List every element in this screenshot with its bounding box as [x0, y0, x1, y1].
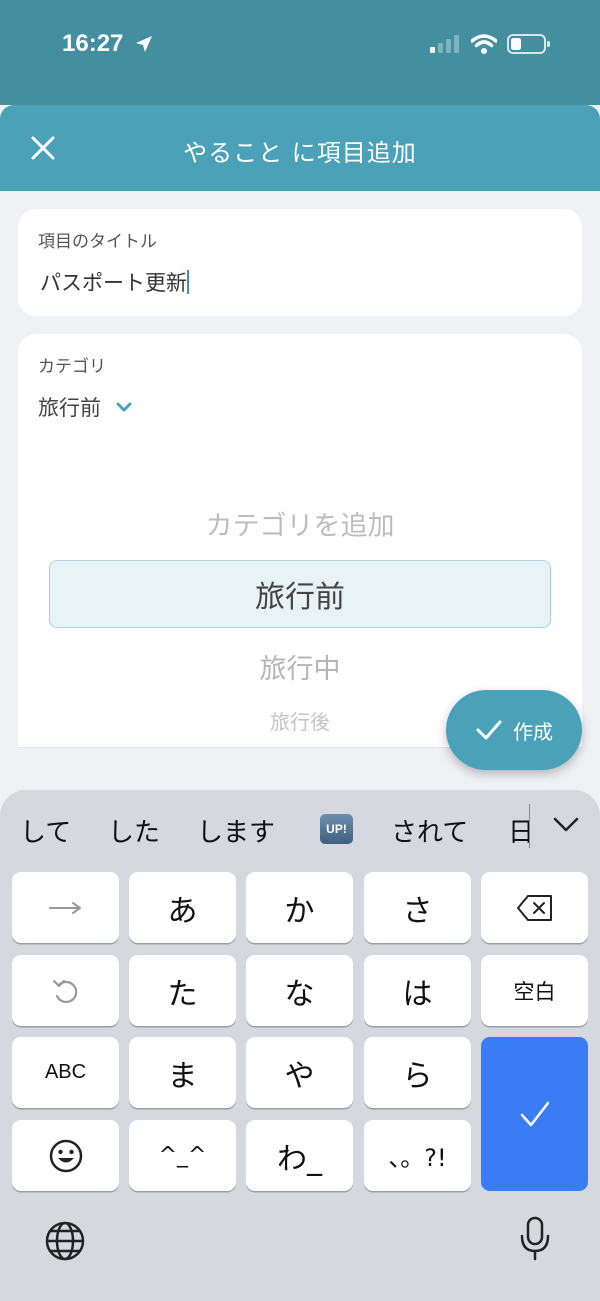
title-input[interactable]: パスポート更新 [40, 267, 189, 297]
chevron-down-icon [116, 402, 132, 412]
abc-key[interactable]: ABC [12, 1037, 119, 1108]
key-na[interactable]: な [246, 955, 353, 1026]
key-ya[interactable]: や [246, 1037, 353, 1108]
suggestion-separator [529, 804, 530, 848]
suggestion-item[interactable]: 日 [508, 812, 534, 849]
key-ra[interactable]: ら [364, 1037, 471, 1108]
category-dropdown[interactable]: 旅行前 [38, 392, 133, 422]
confirm-key[interactable] [481, 1037, 588, 1191]
key-wa[interactable]: わ_ [246, 1120, 353, 1191]
up-emoji-badge[interactable]: UP! [320, 814, 353, 844]
status-time: 16:27 [62, 30, 124, 57]
key-a[interactable]: あ [129, 872, 236, 943]
punctuation-key[interactable]: 、。?! [364, 1120, 471, 1191]
battery-icon [507, 34, 550, 54]
arrow-right-icon [48, 901, 81, 914]
microphone-icon[interactable] [518, 1216, 552, 1262]
backspace-icon [516, 894, 552, 921]
key-sa[interactable]: さ [364, 872, 471, 943]
title-field-card[interactable]: 項目のタイトル パスポート更新 [18, 209, 582, 316]
next-candidate-key[interactable] [12, 872, 119, 943]
text-caret [187, 270, 189, 294]
checkmark-icon [476, 720, 502, 740]
globe-icon[interactable] [44, 1220, 86, 1262]
undo-icon [52, 979, 77, 1003]
page-title: やること に項目追加 [183, 139, 417, 167]
picker-selected-label: 旅行前 [255, 580, 345, 615]
kaomoji-key[interactable]: ^_^ [129, 1120, 236, 1191]
picker-option-during-trip[interactable]: 旅行中 [18, 647, 582, 686]
category-card: カテゴリ 旅行前 カテゴリを追加 旅行前 旅行中 旅行後 [18, 334, 582, 748]
key-ma[interactable]: ま [129, 1037, 236, 1108]
location-arrow-icon [136, 36, 152, 52]
key-ka[interactable]: か [246, 872, 353, 943]
status-bar: 16:27 [0, 0, 600, 105]
emoji-key[interactable] [12, 1120, 119, 1191]
suggestion-item[interactable]: します [197, 812, 275, 849]
category-selected-value: 旅行前 [38, 396, 101, 420]
key-ha[interactable]: は [364, 955, 471, 1026]
title-field-label: 項目のタイトル [38, 232, 157, 252]
keyboard: して した します UP! されて 日 あ か さ た な は 空白 ABC ま… [0, 790, 600, 1301]
suggestion-bar: して した します UP! されて 日 [0, 790, 600, 868]
picker-option-add-category[interactable]: カテゴリを追加 [18, 504, 582, 543]
undo-key[interactable] [12, 955, 119, 1026]
title-input-value: パスポート更新 [40, 271, 187, 295]
wifi-icon [471, 34, 497, 54]
space-key[interactable]: 空白 [481, 955, 588, 1026]
checkmark-icon [520, 1101, 549, 1127]
emoji-smiley-icon [49, 1139, 82, 1172]
create-button[interactable]: 作成 [446, 690, 582, 770]
modal-header: やること に項目追加 [0, 105, 600, 191]
delete-key[interactable] [481, 872, 588, 943]
picker-option-selected[interactable]: 旅行前 [49, 560, 551, 628]
cellular-signal-icon [430, 35, 459, 53]
suggestion-item[interactable]: した [108, 812, 160, 849]
key-ta[interactable]: た [129, 955, 236, 1026]
expand-suggestions-chevron-icon[interactable] [552, 816, 580, 834]
suggestion-item[interactable]: されて [391, 812, 468, 849]
category-label: カテゴリ [38, 357, 106, 377]
create-button-label: 作成 [513, 719, 553, 744]
suggestion-item[interactable]: して [20, 812, 71, 849]
